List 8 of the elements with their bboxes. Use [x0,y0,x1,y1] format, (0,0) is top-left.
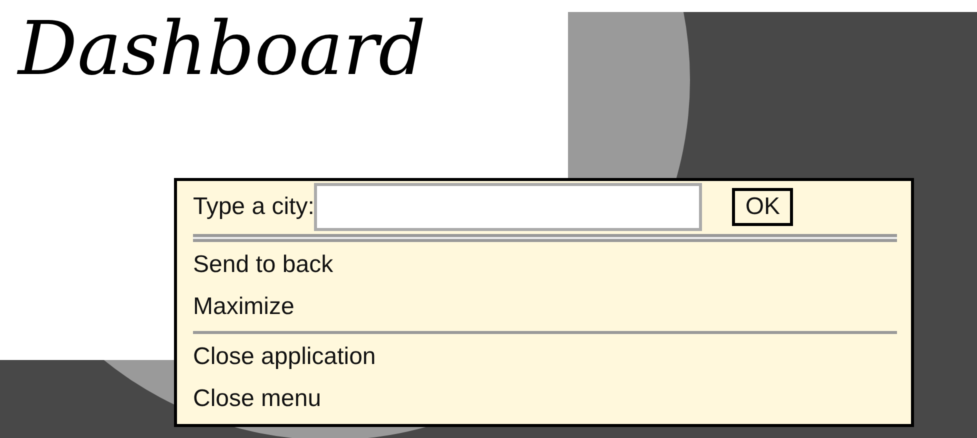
city-label: Type a city: [193,193,314,221]
menu-item[interactable]: Send to back [193,244,897,286]
menu-item[interactable]: Close application [193,336,897,378]
menu-item[interactable]: Maximize [193,286,897,328]
menu-item[interactable]: Close menu [193,378,897,420]
dashboard-title: Dashboard [18,5,426,94]
ok-button[interactable]: OK [732,188,794,226]
city-input-field[interactable] [314,183,702,231]
